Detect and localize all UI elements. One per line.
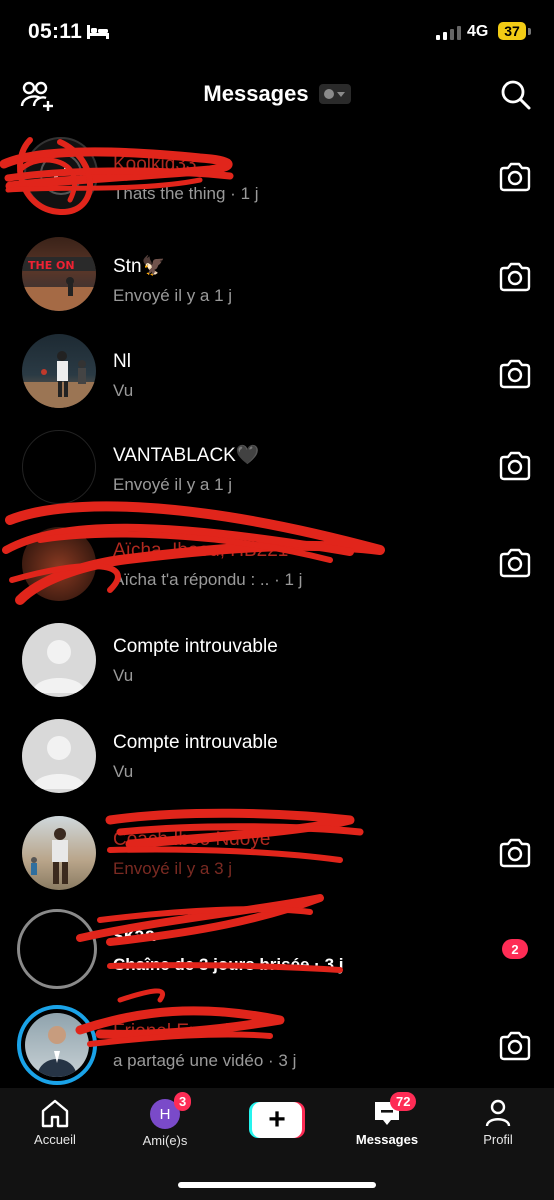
status-bar: 05:11 4G 37 [0,0,554,64]
page-title: Messages [203,81,309,106]
conversation-name: VANTABLACK🖤 [113,445,260,466]
conversation-list: Koolkid33 Thats the thing · 1 j THE ON S… [0,120,554,1088]
avatar [22,430,96,504]
camera-icon[interactable] [498,838,532,868]
friends-badge: 3 [174,1092,192,1111]
conversation-preview: Thats the thing · 1 j [113,184,259,203]
conversation-preview: Aïcha t'a répondu : .. · 1 j [113,570,303,589]
conversation-preview: Envoyé il y a 1 j [113,286,233,305]
profile-icon [485,1099,511,1127]
friends-avatar-initial: H [159,1105,171,1123]
conversation-name: Frionel Eressi [113,1021,230,1042]
tab-messages-label: Messages [355,1132,419,1147]
avatar [17,909,97,989]
messages-header: Messages [0,70,554,120]
conversation-name: Nl [113,351,131,372]
tab-home-label: Accueil [34,1132,76,1147]
conversation-name: Coach Iboo Ndoye [113,829,271,850]
tab-profile-label: Profil [483,1132,513,1147]
status-time: 05:11 [28,20,83,43]
tab-friends[interactable]: H Ami(e)s [120,1098,210,1158]
conversation-preview: Vu [113,666,134,685]
home-icon [41,1099,69,1128]
conversation-name: Compte introuvable [113,636,278,657]
conversation-row[interactable]: Nl Vu [0,323,554,419]
create-button[interactable]: + [249,1102,305,1138]
conversation-row[interactable]: Aïcha, Iboou, HB221 Aïcha t'a répondu : … [0,516,554,612]
tab-friends-label: Ami(e)s [142,1133,188,1148]
home-indicator[interactable] [178,1182,376,1188]
conversation-row[interactable]: VANTABLACK🖤 Envoyé il y a 1 j [0,419,554,515]
tab-messages[interactable]: Messages [342,1098,432,1158]
conversation-name: Compte introuvable [113,732,278,753]
chevron-down-icon [337,91,346,97]
conversation-row[interactable]: skaa Chaîne de 3 jours brisée · 3 j 2 [0,901,554,997]
battery-icon: 37 [498,22,526,40]
default-avatar [22,719,96,793]
conversation-row[interactable]: Compte introuvable Vu [0,708,554,804]
conversation-name: Aïcha, Iboou, HB221 [113,540,289,561]
tab-profile[interactable]: Profil [453,1098,543,1158]
avatar [24,137,98,211]
status-dot-icon [324,89,335,99]
camera-icon[interactable] [498,1031,532,1061]
svg-text:THE ON: THE ON [28,259,75,272]
conversation-preview: a partagé une vidéo · 3 j [113,1051,297,1070]
conversation-preview: Vu [113,381,134,400]
camera-icon[interactable] [498,548,532,578]
conversation-row[interactable]: THE ON Stn🦅 Envoyé il y a 1 j [0,226,554,322]
camera-icon[interactable] [498,359,532,389]
online-status-toggle[interactable] [318,84,351,104]
avatar [22,334,96,408]
conversation-preview: Envoyé il y a 1 j [113,475,233,494]
conversation-row[interactable]: Koolkid33 Thats the thing · 1 j [0,120,554,216]
default-avatar [22,623,96,697]
avatar [22,527,96,601]
conversation-name: skaa [113,925,156,946]
conversation-name: Stn🦅 [113,256,166,277]
camera-icon[interactable] [498,451,532,481]
avatar [22,816,96,890]
search-icon[interactable] [500,79,532,111]
conversation-preview: Envoyé il y a 3 j [113,859,233,878]
messages-badge: 72 [390,1092,417,1111]
plus-icon: + [252,1102,302,1138]
avatar [17,1005,97,1085]
avatar: THE ON [22,237,96,311]
unread-badge: 2 [502,939,528,959]
conversation-row[interactable]: Frionel Eressi a partagé une vidéo · 3 j [0,997,554,1088]
conversation-preview: Vu [113,762,134,781]
camera-icon[interactable] [498,262,532,292]
tab-home[interactable]: Accueil [10,1098,100,1158]
network-type: 4G [467,23,489,40]
battery-tip [528,28,531,35]
conversation-row[interactable]: Coach Iboo Ndoye Envoyé il y a 3 j [0,805,554,901]
conversation-preview: Chaîne de 3 jours brisée · 3 j [113,955,344,974]
conversation-name: Koolkid33 [113,154,197,175]
signal-icon [436,26,461,40]
camera-icon[interactable] [498,162,532,192]
conversation-row[interactable]: Compte introuvable Vu [0,612,554,708]
sleep-icon [87,25,109,39]
